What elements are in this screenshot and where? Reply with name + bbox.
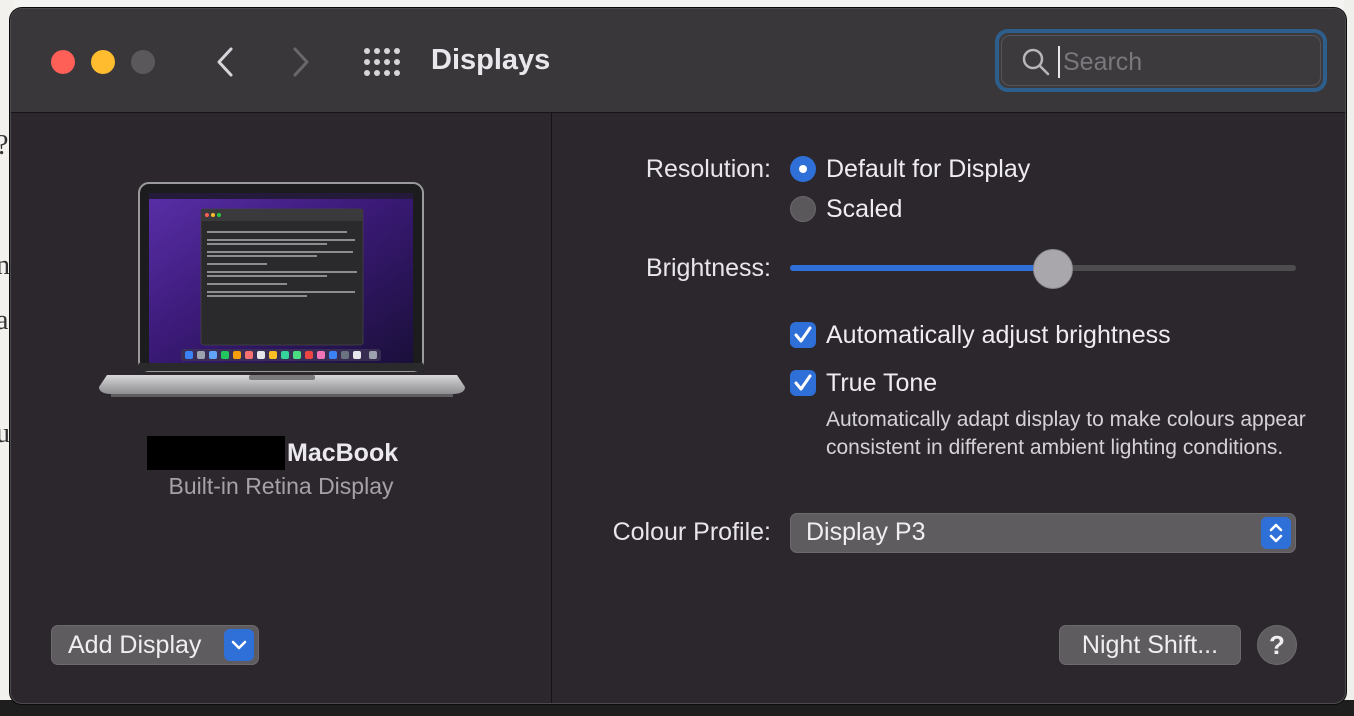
brightness-slider[interactable]: [790, 249, 1298, 289]
back-button[interactable]: [211, 45, 241, 79]
redacted-owner-name: [147, 436, 285, 470]
checkmark-icon: [794, 374, 812, 391]
search-input[interactable]: [1063, 43, 1303, 81]
display-subtitle: Built-in Retina Display: [168, 473, 394, 499]
display-name-row: MacBook: [147, 435, 398, 471]
auto-brightness-label[interactable]: Automatically adjust brightness: [826, 321, 1171, 350]
help-button[interactable]: ?: [1257, 625, 1297, 665]
radio-default-for-display[interactable]: [790, 156, 816, 182]
checkmark-icon: [794, 326, 812, 343]
night-shift-button[interactable]: Night Shift...: [1059, 625, 1241, 665]
minimize-window-button[interactable]: [91, 50, 115, 74]
search-icon: [1022, 48, 1050, 76]
radio-scaled[interactable]: [790, 196, 816, 222]
option-scaled[interactable]: Scaled: [826, 195, 902, 224]
title-bar: Displays: [11, 9, 1345, 113]
chevron-right-icon: [293, 47, 309, 77]
macbook-image: [99, 182, 465, 397]
true-tone-checkbox[interactable]: [790, 370, 816, 396]
colour-profile-label: Colour Profile:: [612, 518, 771, 546]
add-display-button[interactable]: Add Display: [51, 625, 259, 665]
true-tone-description: Automatically adapt display to make colo…: [826, 408, 1306, 459]
brightness-label: Brightness:: [645, 254, 771, 282]
chevron-down-icon[interactable]: [224, 629, 254, 661]
option-default-for-display[interactable]: Default for Display: [826, 155, 1030, 184]
resolution-label: Resolution:: [645, 155, 771, 183]
close-window-button[interactable]: [51, 50, 75, 74]
colour-profile-value: Display P3: [806, 518, 926, 546]
up-down-chevron-icon: [1261, 517, 1291, 549]
zoom-window-button[interactable]: [131, 50, 155, 74]
search-field[interactable]: [995, 29, 1327, 92]
slider-knob[interactable]: [1033, 249, 1074, 289]
add-display-label: Add Display: [68, 630, 202, 659]
grid-icon: [364, 48, 400, 76]
displays-window: Displays Search MacBook Built-in Retina …: [10, 8, 1346, 704]
colour-profile-select[interactable]: Display P3: [790, 513, 1296, 553]
window-title: Displays: [431, 44, 551, 76]
panel-divider: [551, 113, 552, 703]
true-tone-label[interactable]: True Tone: [826, 369, 937, 398]
auto-brightness-checkbox[interactable]: [790, 322, 816, 348]
text-cursor: [1058, 46, 1060, 78]
chevron-left-icon: [217, 47, 233, 77]
slider-fill: [790, 265, 1054, 271]
forward-button[interactable]: [285, 45, 315, 79]
show-all-button[interactable]: [363, 47, 401, 77]
display-name: MacBook: [287, 438, 399, 467]
